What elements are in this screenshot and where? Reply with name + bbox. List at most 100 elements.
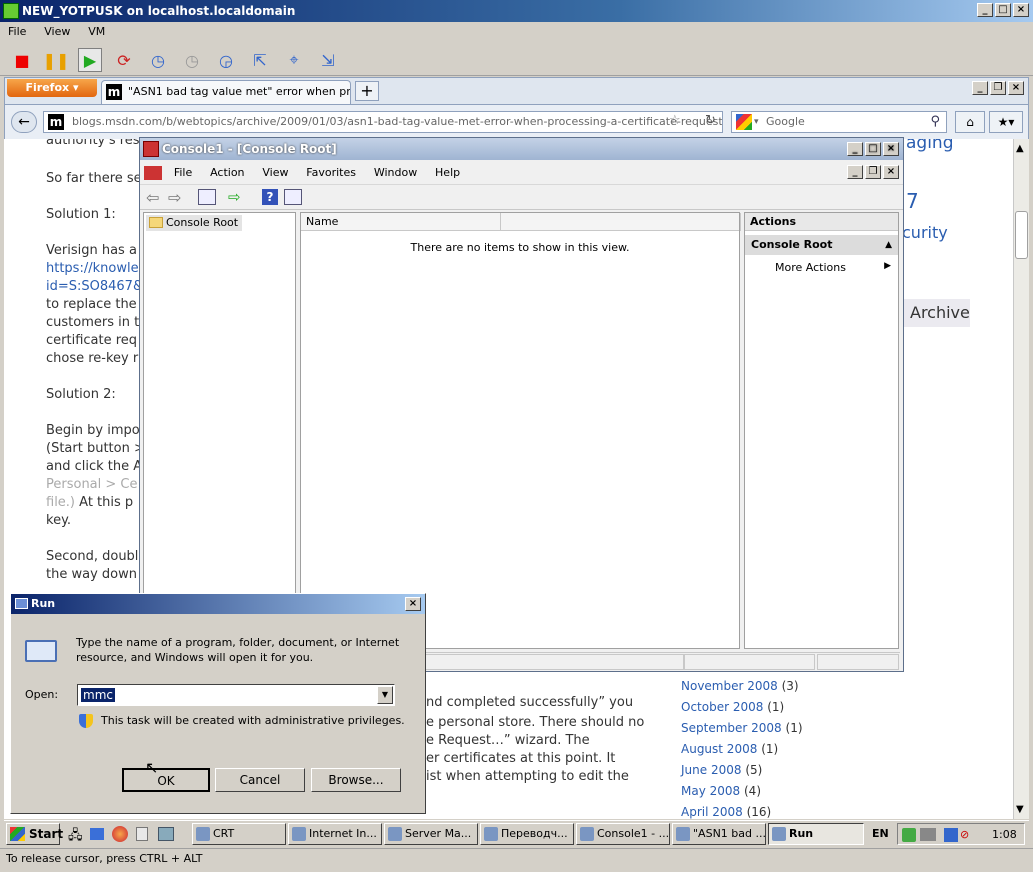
run-close-button[interactable]: × [405,597,421,611]
archive-month-link[interactable]: June 2008 [681,763,742,777]
column-header-name[interactable]: Name [301,213,501,231]
show-hide-tree-icon[interactable] [198,189,216,205]
url-bar[interactable]: m blogs.msdn.com/b/webtopics/archive/200… [43,111,723,133]
vmware-tools-tray-icon[interactable] [920,828,936,841]
taskbar-item-run[interactable]: Run [768,823,864,845]
show-desktop-icon[interactable] [90,828,104,840]
language-indicator[interactable]: EN [872,827,889,840]
sidebar-heading-fragment[interactable]: curity [902,223,948,242]
scroll-down-icon[interactable]: ▼ [1016,804,1024,815]
clock[interactable]: 1:08 [992,828,1017,841]
taskbar-item-server-manager[interactable]: Server Ma... [384,823,478,845]
mmc-menu-help[interactable]: Help [427,162,466,179]
show-hide-action-pane-icon[interactable] [284,189,302,205]
more-actions-item[interactable]: More Actions ▶ [775,261,895,274]
new-tab-button[interactable]: + [355,81,379,101]
actions-section-console-root[interactable]: Console Root ▲ [745,235,898,255]
archive-month-link[interactable]: October 2008 [681,700,763,714]
taskbar-item-internet-information[interactable]: Internet In... [288,823,382,845]
archive-month-link[interactable]: November 2008 [681,679,778,693]
firefox-menu-button[interactable]: Firefox ▾ [7,79,97,97]
bookmarks-icon[interactable]: ★▾ [989,111,1023,133]
export-list-icon[interactable]: ⇨ [228,188,241,206]
archive-month-link[interactable]: August 2008 [681,742,757,756]
mmc-child-close-button[interactable]: × [883,165,899,179]
taskbar-item-console1[interactable]: Console1 - ... [576,823,670,845]
network-tray-icon[interactable] [944,828,958,842]
sidebar-heading-fragment[interactable]: aging [906,139,954,153]
volume-muted-icon[interactable]: ⊘ [960,828,974,842]
browse-button[interactable]: Browse... [311,768,401,792]
ff-close-button[interactable]: × [1008,81,1024,95]
archive-month-link[interactable]: September 2008 [681,721,782,735]
mmc-menu-favorites[interactable]: Favorites [298,162,362,179]
start-button[interactable]: Start [6,823,63,845]
vm-menu-file[interactable]: File [0,22,32,38]
vm-minimize-button[interactable]: _ [977,3,993,17]
page-link[interactable]: id=S:SO8467& [46,279,143,294]
vm-maximize-button[interactable]: □ [995,3,1011,17]
mmc-menu-file[interactable]: File [166,162,198,179]
open-combobox[interactable]: mmc ▼ [77,684,395,706]
mmc-child-minimize-button[interactable]: _ [847,165,863,179]
power-off-icon[interactable]: ■ [10,48,34,72]
back-icon[interactable]: ← [11,111,37,133]
firefox-quicklaunch-icon[interactable] [112,826,128,842]
forward-arrow-icon[interactable]: ⇨ [168,188,181,207]
archive-month-link[interactable]: May 2008 [681,784,740,798]
mmc-maximize-button[interactable]: □ [865,142,881,156]
vm-close-button[interactable]: × [1013,3,1029,17]
archive-tab[interactable]: Archive [902,299,970,327]
server-manager-quicklaunch-icon[interactable]: 🖧 [68,826,83,848]
home-icon[interactable]: ⌂ [955,111,985,133]
mmc-menu-action[interactable]: Action [202,162,250,179]
taskbar-item-translator[interactable]: Переводч... [480,823,574,845]
cancel-button[interactable]: Cancel [215,768,305,792]
pause-icon[interactable]: ❚❚ [43,48,70,72]
revert-snapshot-icon[interactable]: ◷ [180,48,204,72]
bookmark-star-icon[interactable]: ☆ [669,113,681,128]
mmc-menu-view[interactable]: View [254,162,294,179]
search-box[interactable]: ▾ Google ⚲ [731,111,947,133]
reload-icon[interactable]: ↻ [705,113,716,128]
sidebar-heading-fragment[interactable]: 7 [906,189,919,213]
ok-button[interactable]: OK [122,768,210,792]
taskbar-item-crt[interactable]: CRT [192,823,286,845]
search-dropdown-icon[interactable]: ▾ [754,112,759,132]
ff-minimize-button[interactable]: _ [972,81,988,95]
mmc-close-button[interactable]: × [883,142,899,156]
vm-menu-view[interactable]: View [36,22,76,38]
list-header: Name [301,213,741,231]
mmc-minimize-button[interactable]: _ [847,142,863,156]
tree-item-console-root[interactable]: Console Root [146,215,243,231]
search-icon[interactable]: ⚲ [930,112,940,132]
ff-restore-button[interactable]: ❐ [990,81,1006,95]
open-input[interactable]: mmc [81,688,115,702]
page-scrollbar[interactable]: ▲ ▼ [1013,139,1029,819]
taskbar-item-asn1[interactable]: "ASN1 bad ... [672,823,766,845]
column-header-empty[interactable] [501,213,741,231]
page-link[interactable]: https://knowle [46,261,139,276]
network-quicklaunch-icon[interactable] [158,827,174,841]
vm-menu-vm[interactable]: VM [80,22,111,38]
mmc-child-restore-button[interactable]: ❐ [865,165,881,179]
notepad-quicklaunch-icon[interactable] [136,827,148,841]
back-arrow-icon[interactable]: ⇦ [146,188,159,207]
reset-icon[interactable]: ⟳ [112,48,136,72]
security-tray-icon[interactable] [902,828,916,842]
quick-switch-icon[interactable]: ⌖ [282,48,306,72]
scroll-up-icon[interactable]: ▲ [1016,143,1024,154]
mmc-doc-icon[interactable] [144,165,162,180]
browser-tab[interactable]: m "ASN1 bad tag value met" error when pr… [101,80,351,104]
mmc-menu-window[interactable]: Window [366,162,423,179]
scroll-thumb[interactable] [1015,211,1028,259]
help-icon[interactable]: ? [262,189,278,205]
snapshot-icon[interactable]: ◷ [146,48,170,72]
unity-icon[interactable]: ⇲ [316,48,340,72]
dropdown-arrow-icon[interactable]: ▼ [377,686,393,704]
full-screen-icon[interactable]: ⇱ [248,48,272,72]
snapshot-manager-icon[interactable]: ◶ [214,48,238,72]
play-icon[interactable]: ▶ [78,48,102,72]
collapse-up-icon[interactable]: ▲ [885,235,892,255]
archive-month-link[interactable]: April 2008 [681,805,743,819]
